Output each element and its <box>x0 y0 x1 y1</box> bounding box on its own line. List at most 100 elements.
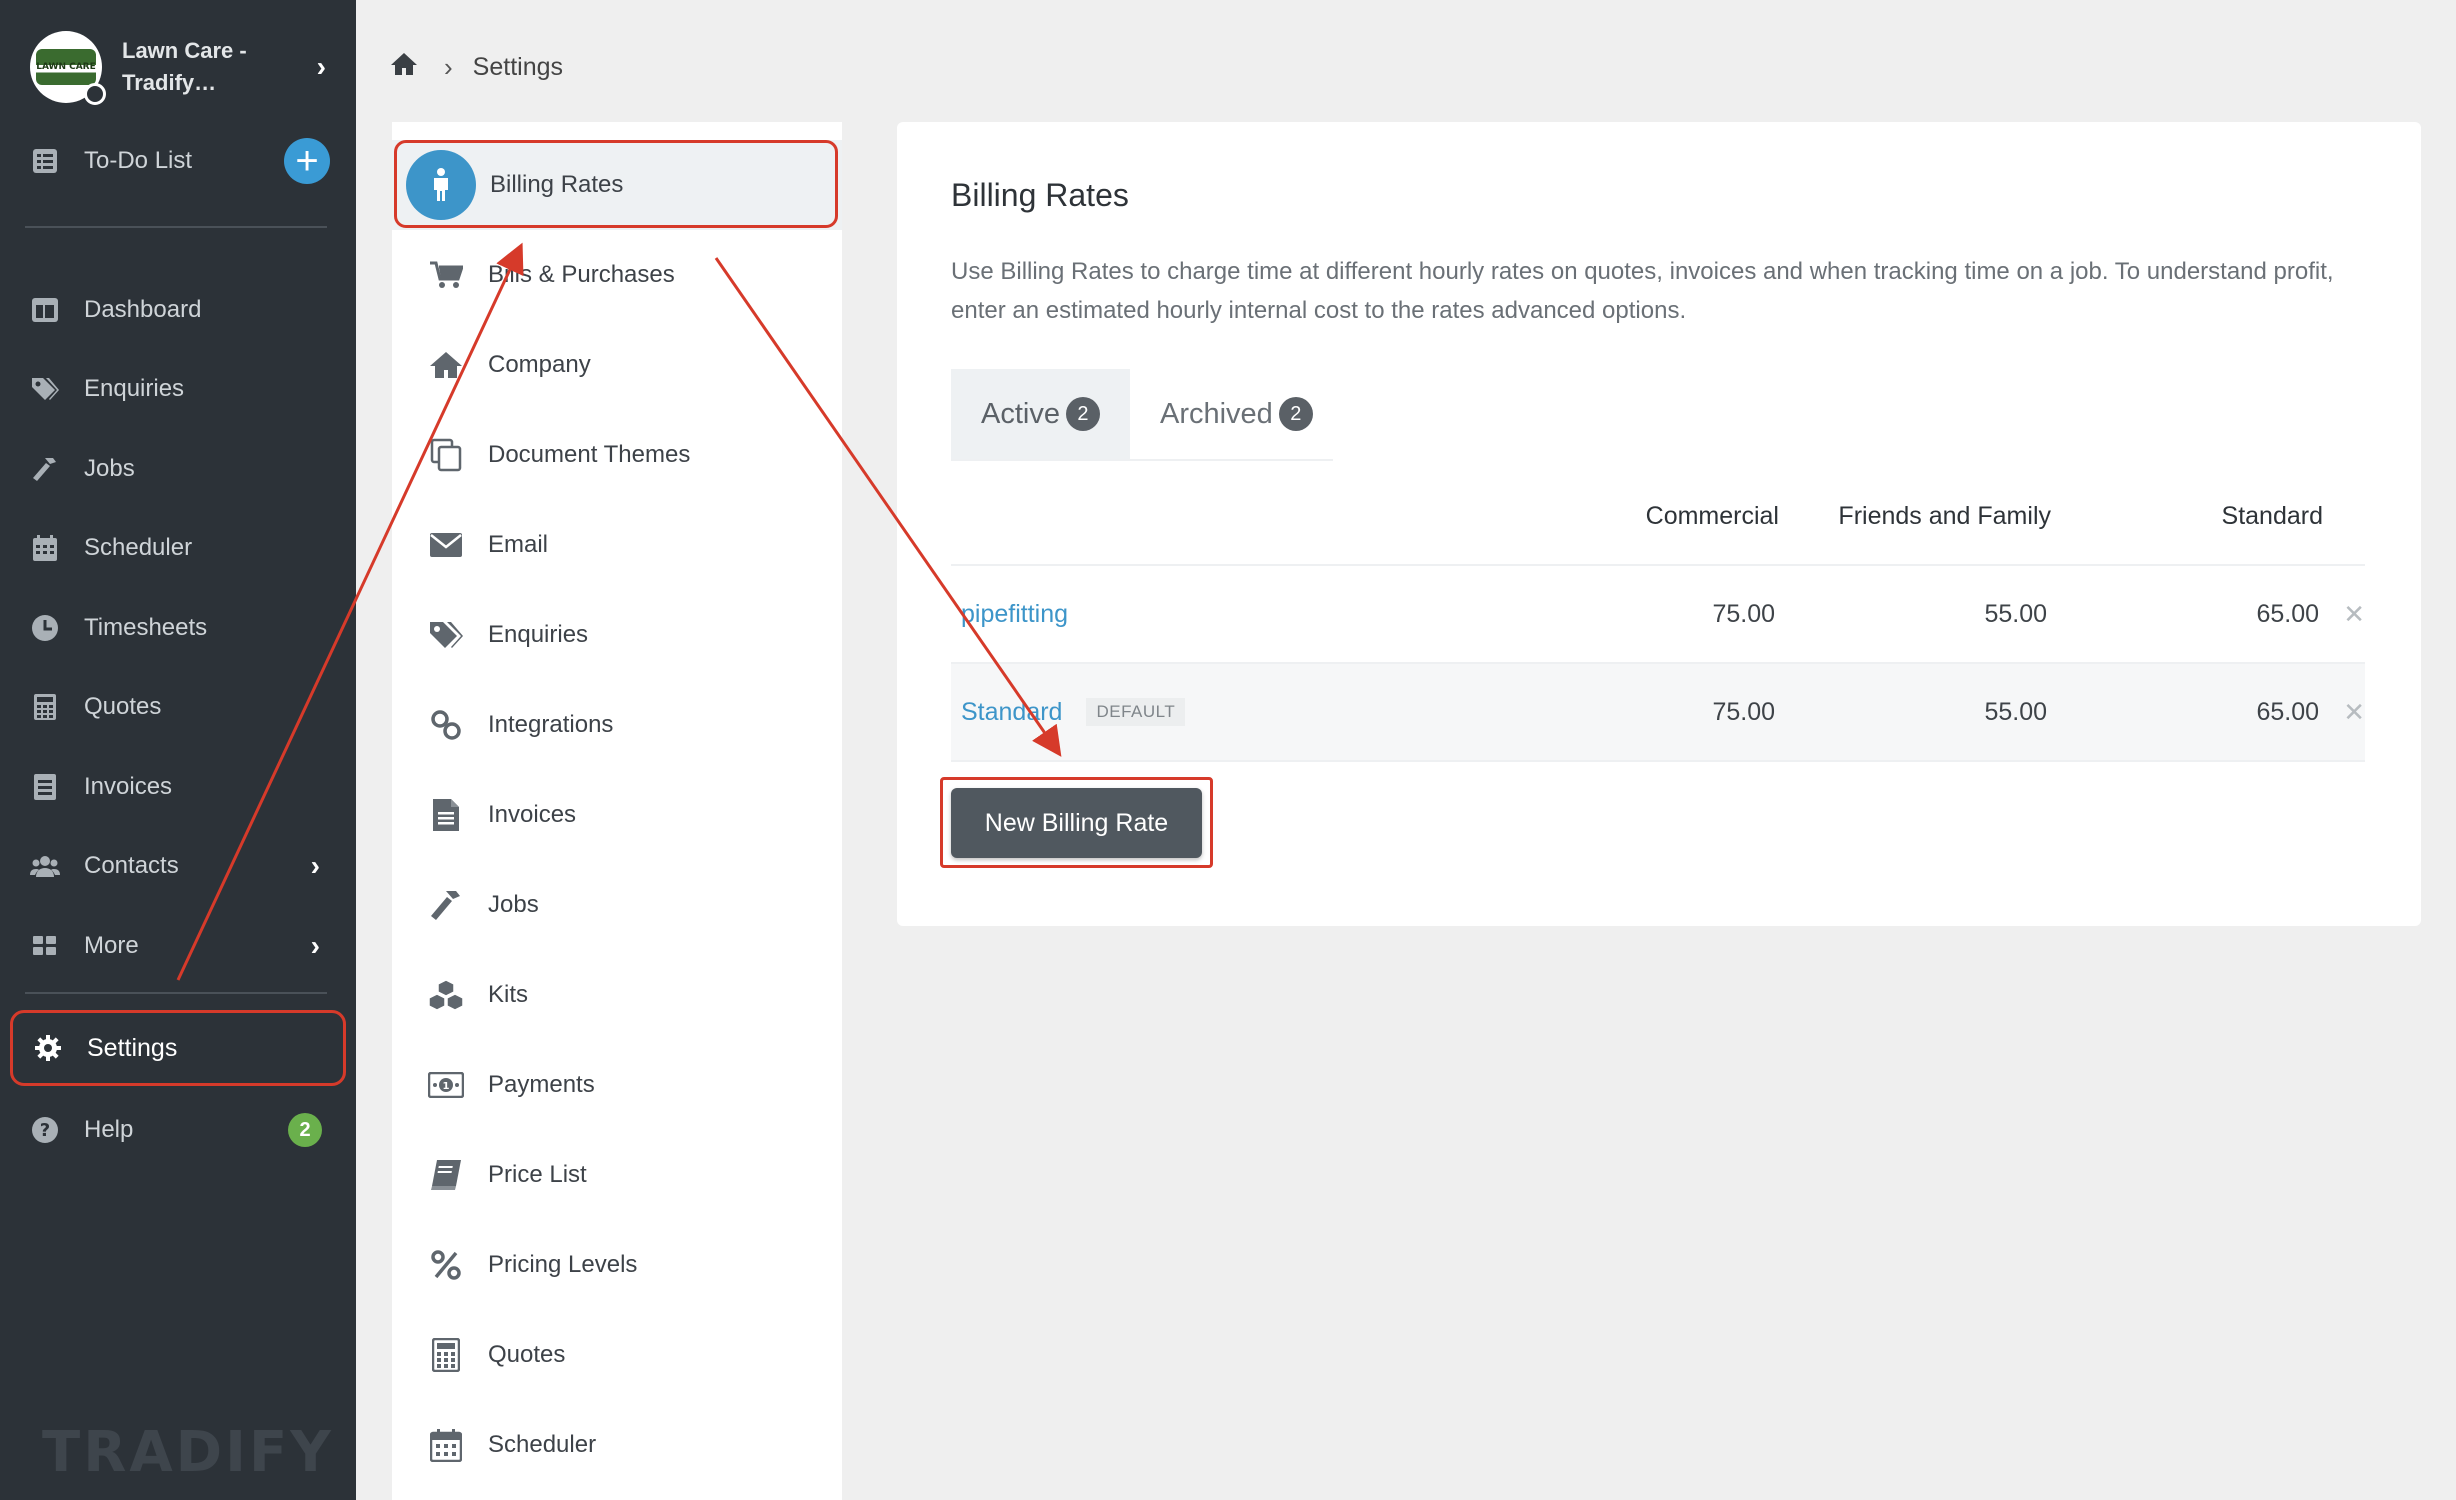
rate-value: 65.00 <box>2256 599 2319 628</box>
settings-item-integrations[interactable]: Integrations <box>392 680 842 770</box>
settings-item-payments[interactable]: 1 Payments <box>392 1040 842 1130</box>
rate-name-cell: Standard DEFAULT <box>951 698 1511 727</box>
nav-label: Scheduler <box>84 534 193 562</box>
nav-label: Invoices <box>84 772 173 800</box>
settings-item-email[interactable]: Email <box>392 500 842 590</box>
todo-label: To-Do List <box>84 147 193 174</box>
chevron-right-icon: › <box>310 929 320 961</box>
rate-tabs: Active 2 Archived 2 <box>951 369 1333 461</box>
hammer-icon <box>30 454 60 484</box>
nav-item-settings[interactable]: Settings <box>10 1010 346 1086</box>
org-logo-text: LAWN CARE <box>36 49 96 85</box>
cubes-icon <box>426 975 466 1015</box>
settings-item-pricing-levels[interactable]: Pricing Levels <box>392 1220 842 1310</box>
chevron-right-icon: › <box>310 850 320 882</box>
settings-item-invoices[interactable]: Invoices <box>392 770 842 860</box>
tab-archived[interactable]: Archived 2 <box>1130 369 1343 459</box>
settings-item-label: Payments <box>488 1071 595 1098</box>
settings-item-billing-rates[interactable]: Billing Rates <box>392 140 842 230</box>
table-row: Standard DEFAULT 75.00 55.00 65.00 ✕ <box>951 664 2365 762</box>
rate-value: 55.00 <box>1984 697 2047 726</box>
main-nav: Dashboard Enquiries Jobs Scheduler Times… <box>0 270 356 986</box>
settings-item-label: Invoices <box>488 801 577 828</box>
home-icon <box>426 345 466 385</box>
settings-item-price-list[interactable]: Price List <box>392 1130 842 1220</box>
table-row: pipefitting 75.00 55.00 65.00 ✕ <box>951 566 2365 664</box>
settings-item-label: Jobs <box>488 891 539 918</box>
question-icon: ? <box>30 1115 60 1145</box>
settings-item-label: Document Themes <box>488 441 691 468</box>
settings-item-enquiries[interactable]: Enquiries <box>392 590 842 680</box>
nav-label: Help <box>84 1116 134 1143</box>
nav-item-help[interactable]: ? Help 2 <box>0 1090 356 1170</box>
settings-item-bills-purchases[interactable]: Bills & Purchases <box>392 230 842 320</box>
remove-icon[interactable]: ✕ <box>2327 599 2365 630</box>
gear-icon <box>33 1033 63 1063</box>
settings-item-label: Quotes <box>488 1341 566 1368</box>
copy-icon <box>426 435 466 475</box>
settings-item-scheduler[interactable]: Scheduler <box>392 1400 842 1490</box>
rate-value: 75.00 <box>1712 697 1775 726</box>
invoice-icon <box>30 772 60 802</box>
tab-count-badge: 2 <box>1065 397 1100 431</box>
settings-item-document-themes[interactable]: Document Themes <box>392 410 842 500</box>
sidebar-divider <box>25 226 327 228</box>
nav-item-timesheets[interactable]: Timesheets <box>0 588 356 668</box>
settings-item-jobs[interactable]: Jobs <box>392 860 842 950</box>
breadcrumb: › Settings <box>390 50 563 84</box>
add-todo-button[interactable]: + <box>284 138 330 184</box>
envelope-icon <box>426 525 466 565</box>
rate-value: 65.00 <box>2256 697 2319 726</box>
settings-item-company[interactable]: Company <box>392 320 842 410</box>
nav-item-enquiries[interactable]: Enquiries <box>0 350 356 430</box>
tab-active[interactable]: Active 2 <box>951 369 1130 459</box>
nav-item-jobs[interactable]: Jobs <box>0 429 356 509</box>
calculator-icon <box>30 692 60 722</box>
person-icon <box>406 150 476 220</box>
tags-icon <box>426 615 466 655</box>
nav-label: Quotes <box>84 693 162 721</box>
file-icon <box>426 795 466 835</box>
nav-item-quotes[interactable]: Quotes <box>0 668 356 748</box>
settings-item-label: Email <box>488 531 549 558</box>
nav-item-contacts[interactable]: Contacts › <box>0 827 356 907</box>
nav-item-scheduler[interactable]: Scheduler <box>0 509 356 589</box>
nav-item-dashboard[interactable]: Dashboard <box>0 270 356 350</box>
tab-label: Archived <box>1159 397 1273 430</box>
settings-item-label: Price List <box>488 1161 587 1188</box>
remove-icon[interactable]: ✕ <box>2327 697 2365 728</box>
help-badge: 2 <box>288 1113 322 1147</box>
page-title: Billing Rates <box>951 177 1129 213</box>
rate-name-link[interactable]: pipefitting <box>961 600 1068 629</box>
home-icon[interactable] <box>390 51 418 83</box>
default-badge: DEFAULT <box>1086 698 1186 726</box>
cart-icon <box>426 255 466 295</box>
link-icon <box>426 705 466 745</box>
column-header: Friends and Family <box>1838 501 2051 530</box>
settings-item-label: Kits <box>488 981 529 1008</box>
nav-item-invoices[interactable]: Invoices <box>0 747 356 827</box>
rate-value: 75.00 <box>1712 599 1775 628</box>
app-sidebar: LAWN CARE Lawn Care - Tradify… › To-Do L… <box>0 0 356 1500</box>
hammer-icon <box>426 885 466 925</box>
nav-item-more[interactable]: More › <box>0 906 356 986</box>
todo-list-link[interactable]: To-Do List + <box>30 136 330 186</box>
nav-label: Settings <box>87 1033 178 1062</box>
page-description: Use Billing Rates to charge time at diff… <box>951 258 2334 324</box>
new-billing-rate-button[interactable]: New Billing Rate <box>951 788 1202 858</box>
org-name: Lawn Care - Tradify… <box>122 38 247 95</box>
organization-switcher[interactable]: LAWN CARE Lawn Care - Tradify… › <box>30 30 330 105</box>
table-header: Commercial Friends and Family Standard <box>951 468 2365 566</box>
users-icon <box>30 851 60 881</box>
rate-name-link[interactable]: Standard <box>961 698 1062 727</box>
breadcrumb-current: Settings <box>472 52 564 81</box>
org-logo: LAWN CARE <box>30 31 106 105</box>
calendar-icon <box>30 533 60 563</box>
settings-item-kits[interactable]: Kits <box>392 950 842 1040</box>
nav-label: Contacts <box>84 852 179 880</box>
settings-item-label: Scheduler <box>488 1431 597 1458</box>
settings-item-quotes[interactable]: Quotes <box>392 1310 842 1400</box>
percent-icon <box>426 1245 466 1285</box>
svg-text:?: ? <box>40 1120 50 1141</box>
clock-icon <box>30 613 60 643</box>
